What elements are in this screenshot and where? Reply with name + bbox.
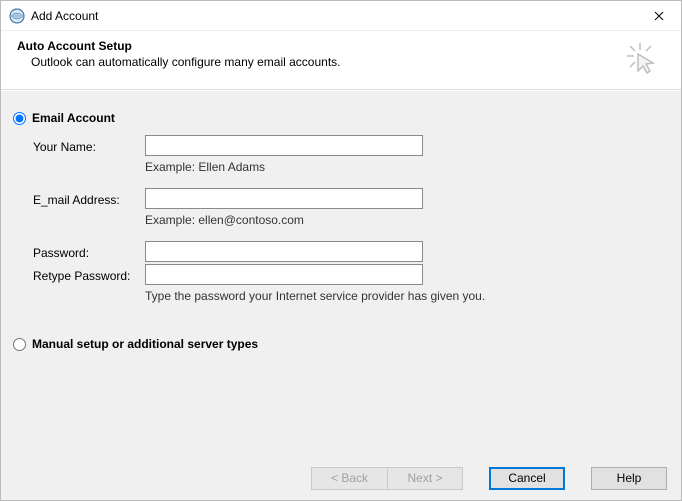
back-button[interactable]: < Back [311,467,387,490]
cancel-button[interactable]: Cancel [489,467,565,490]
retype-password-label: Retype Password: [33,267,139,283]
wizard-header-text: Auto Account Setup Outlook can automatic… [17,39,625,69]
window-title: Add Account [31,9,636,23]
wizard-body: Email Account Your Name: Example: Ellen … [1,90,681,456]
close-button[interactable] [636,1,681,31]
wizard-subtitle: Outlook can automatically configure many… [31,55,625,69]
email-form: Your Name: Example: Ellen Adams E_mail A… [33,135,661,315]
email-input[interactable] [145,188,423,209]
wizard-footer: < Back Next > Cancel Help [1,456,681,500]
option-manual-setup[interactable]: Manual setup or additional server types [13,337,661,351]
cursor-click-icon [625,41,659,75]
password-input[interactable] [145,241,423,262]
your-name-input[interactable] [145,135,423,156]
option-email-account-radio[interactable] [13,112,26,125]
your-name-hint: Example: Ellen Adams [145,160,423,174]
wizard-header: Auto Account Setup Outlook can automatic… [1,31,681,90]
option-email-account-label: Email Account [32,111,115,125]
email-hint: Example: ellen@contoso.com [145,213,423,227]
wizard-title: Auto Account Setup [17,39,625,53]
help-button[interactable]: Help [591,467,667,490]
option-manual-setup-label: Manual setup or additional server types [32,337,258,351]
your-name-label: Your Name: [33,138,139,154]
titlebar: Add Account [1,1,681,31]
option-manual-setup-radio[interactable] [13,338,26,351]
next-button[interactable]: Next > [387,467,463,490]
password-label: Password: [33,244,139,260]
email-label: E_mail Address: [33,191,139,207]
add-account-window: Add Account Auto Account Setup Outlook c… [0,0,682,501]
option-email-account[interactable]: Email Account [13,111,661,125]
password-hint: Type the password your Internet service … [145,289,423,303]
retype-password-input[interactable] [145,264,423,285]
app-icon [9,8,25,24]
